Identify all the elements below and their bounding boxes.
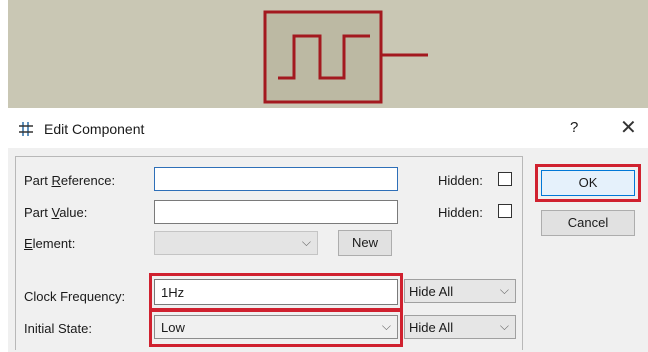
chevron-down-icon: ⌵ bbox=[499, 283, 509, 297]
initial-state-select[interactable]: Low ⌵ bbox=[154, 315, 398, 339]
clock-component-symbol[interactable] bbox=[8, 0, 648, 108]
element-select[interactable]: ⌵ bbox=[154, 231, 318, 255]
chevron-down-icon: ⌵ bbox=[499, 319, 509, 333]
chevron-down-icon: ⌵ bbox=[381, 319, 391, 333]
ok-button[interactable]: OK bbox=[541, 170, 635, 196]
part-value-input[interactable] bbox=[154, 200, 398, 224]
dialog-titlebar: Edit Component ? ✕ bbox=[8, 110, 648, 148]
component-icon bbox=[19, 122, 33, 136]
part-reference-input[interactable] bbox=[154, 167, 398, 191]
new-element-button[interactable]: New bbox=[338, 230, 392, 256]
part-reference-hidden-label: Hidden: bbox=[438, 173, 483, 188]
clock-frequency-label: Clock Frequency: bbox=[24, 289, 126, 304]
component-body bbox=[263, 10, 383, 104]
chevron-down-icon: ⌵ bbox=[301, 235, 311, 249]
part-value-hidden-checkbox[interactable] bbox=[498, 204, 512, 218]
clock-frequency-input[interactable]: 1Hz bbox=[154, 279, 398, 305]
cancel-button[interactable]: Cancel bbox=[541, 210, 635, 236]
close-button[interactable]: ✕ bbox=[620, 115, 637, 140]
part-reference-hidden-checkbox[interactable] bbox=[498, 172, 512, 186]
help-button[interactable]: ? bbox=[570, 119, 578, 136]
part-reference-label: Part Reference: bbox=[24, 173, 116, 188]
clock-frequency-visibility-select[interactable]: Hide All ⌵ bbox=[404, 279, 516, 303]
initial-state-label: Initial State: bbox=[24, 321, 92, 336]
part-value-label: Part Value: bbox=[24, 205, 88, 220]
part-value-hidden-label: Hidden: bbox=[438, 205, 483, 220]
element-label: Element: bbox=[24, 236, 76, 251]
initial-state-visibility-select[interactable]: Hide All ⌵ bbox=[404, 315, 516, 339]
schematic-canvas bbox=[8, 0, 648, 108]
edit-component-dialog: Edit Component ? ✕ Part Reference: Hidde… bbox=[8, 110, 648, 352]
dialog-title: Edit Component bbox=[44, 121, 145, 137]
